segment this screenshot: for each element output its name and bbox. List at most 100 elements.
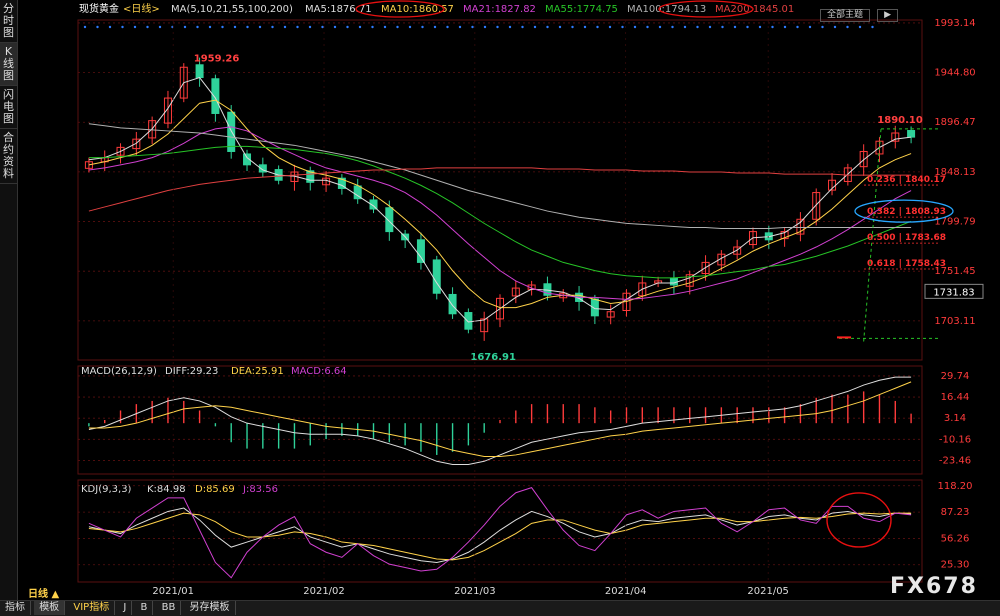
candle-body bbox=[416, 239, 425, 263]
indicator-tab[interactable]: 指标 bbox=[0, 601, 31, 615]
left-view-tabs: 分时图 K线图 闪电图 合约资料 bbox=[0, 0, 18, 600]
x-tick-label: 2021/05 bbox=[747, 586, 789, 597]
marker-dot bbox=[871, 25, 874, 29]
fib-label-1: 0.382 | 1808.93 bbox=[867, 207, 946, 217]
marker-dot bbox=[546, 25, 549, 29]
period-selector[interactable]: 日线 ▲ bbox=[28, 585, 59, 600]
main-y-tick-label: 1993.14 bbox=[934, 18, 975, 29]
ma-line-ma21 bbox=[88, 126, 912, 300]
candle-body bbox=[385, 207, 394, 233]
ma-value-label-1: MA10:1860.57 bbox=[381, 4, 454, 15]
marker-dot bbox=[846, 25, 849, 29]
marker-dot bbox=[258, 25, 262, 29]
candle-body bbox=[195, 64, 204, 79]
main-y-tick-label: 1944.80 bbox=[934, 68, 975, 79]
marker-dot bbox=[421, 25, 424, 29]
macd-y-tick-label: 3.14 bbox=[944, 413, 966, 424]
marker-dot bbox=[408, 25, 412, 29]
macd-y-tick-label: 29.74 bbox=[941, 371, 970, 382]
marker-dot bbox=[233, 25, 237, 29]
marker-dot bbox=[446, 25, 449, 29]
kdj-y-tick-label: 87.23 bbox=[941, 507, 970, 518]
marker-dot bbox=[246, 25, 249, 29]
marker-dot bbox=[808, 25, 812, 29]
x-tick-label: 2021/04 bbox=[605, 586, 647, 597]
main-y-tick-label: 1896.47 bbox=[934, 117, 975, 128]
marker-dot bbox=[296, 25, 299, 29]
macd-line-dea bbox=[88, 381, 912, 458]
marker-dot bbox=[433, 25, 437, 29]
marker-dot bbox=[196, 25, 199, 29]
low-annotation: 1676.91 bbox=[470, 352, 516, 363]
highlight-circle-kdj bbox=[826, 492, 892, 548]
period-label: <日线> bbox=[123, 2, 160, 15]
kdj-y-tick-label: 25.30 bbox=[941, 560, 970, 571]
play-button[interactable]: ▶ bbox=[877, 9, 899, 22]
save-template-tab[interactable]: 另存模板 bbox=[185, 601, 236, 615]
marker-dot bbox=[183, 25, 187, 29]
marker-dot bbox=[771, 25, 774, 29]
marker-dot bbox=[621, 25, 624, 29]
marker-dot bbox=[333, 25, 337, 29]
marker-dot bbox=[483, 25, 487, 29]
marker-dot bbox=[346, 25, 349, 29]
marker-dot bbox=[608, 25, 612, 29]
tab-lightning[interactable]: 闪电图 bbox=[0, 86, 17, 129]
marker-dot bbox=[208, 25, 212, 29]
marker-dot bbox=[858, 25, 862, 29]
marker-dot bbox=[833, 25, 837, 29]
marker-dot bbox=[83, 25, 87, 29]
macd-label-2: DEA:25.91 bbox=[231, 366, 284, 377]
macd-label-0: MACD(26,12,9) bbox=[81, 366, 157, 377]
marker-dot bbox=[571, 25, 574, 29]
marker-dot bbox=[458, 25, 462, 29]
marker-dot bbox=[758, 25, 762, 29]
ma-line-ma200 bbox=[88, 167, 912, 212]
kdj-y-tick-label: 56.26 bbox=[941, 533, 970, 544]
candle-body bbox=[464, 312, 473, 330]
marker-dot bbox=[658, 25, 662, 29]
marker-dot bbox=[383, 25, 387, 29]
kdj-panel-frame bbox=[77, 479, 923, 583]
j-tab[interactable]: J bbox=[118, 601, 133, 615]
top-buttons: 全部主题 ▶ bbox=[820, 2, 900, 22]
marker-dot bbox=[471, 25, 474, 29]
all-themes-button[interactable]: 全部主题 bbox=[820, 9, 871, 22]
ma-params-label: MA(5,10,21,55,100,200) bbox=[171, 4, 293, 15]
marker-dot bbox=[283, 25, 287, 29]
kdj-y-tick-label: 118.20 bbox=[938, 481, 973, 492]
marker-dot bbox=[646, 25, 649, 29]
ma-line-ma10 bbox=[88, 99, 912, 309]
marker-dot bbox=[783, 25, 787, 29]
tab-kline[interactable]: K线图 bbox=[0, 43, 17, 86]
marker-dot bbox=[221, 25, 224, 29]
marker-dot bbox=[821, 25, 824, 29]
symbol-label: 现货黄金 bbox=[79, 2, 119, 15]
candle-body bbox=[907, 130, 916, 138]
marker-dot bbox=[583, 25, 587, 29]
marker-dot bbox=[533, 25, 537, 29]
b-tab[interactable]: B bbox=[136, 601, 154, 615]
bb-tab[interactable]: BB bbox=[157, 601, 182, 615]
macd-y-tick-label: 16.44 bbox=[941, 392, 970, 403]
tab-timeshare[interactable]: 分时图 bbox=[0, 0, 17, 43]
marker-dot bbox=[358, 25, 362, 29]
chart-svg[interactable]: 现货黄金 <日线> MA(5,10,21,55,100,200) MA5:1876.7… bbox=[19, 0, 1000, 600]
high-annotation: 1959.26 bbox=[194, 54, 240, 65]
marker-dot bbox=[721, 25, 724, 29]
marker-dot bbox=[133, 25, 137, 29]
marker-dot bbox=[671, 25, 674, 29]
recent-high-annotation: 1890.10 bbox=[877, 115, 923, 126]
tab-contract-info[interactable]: 合约资料 bbox=[0, 129, 17, 184]
x-tick-label: 2021/02 bbox=[303, 586, 345, 597]
marker-dot bbox=[396, 25, 399, 29]
ma-value-label-5: MA200:1845.01 bbox=[715, 4, 794, 15]
ma-value-label-2: MA21:1827.82 bbox=[463, 4, 536, 15]
marker-dot bbox=[308, 25, 312, 29]
vip-indicator-tab[interactable]: VIP指标 bbox=[68, 601, 116, 615]
candle-body bbox=[448, 293, 457, 315]
template-tab[interactable]: 模板 bbox=[34, 601, 66, 615]
main-y-tick-label: 1703.11 bbox=[934, 316, 975, 327]
marker-dot bbox=[158, 25, 162, 29]
price-label: 1731.83 bbox=[933, 287, 974, 298]
